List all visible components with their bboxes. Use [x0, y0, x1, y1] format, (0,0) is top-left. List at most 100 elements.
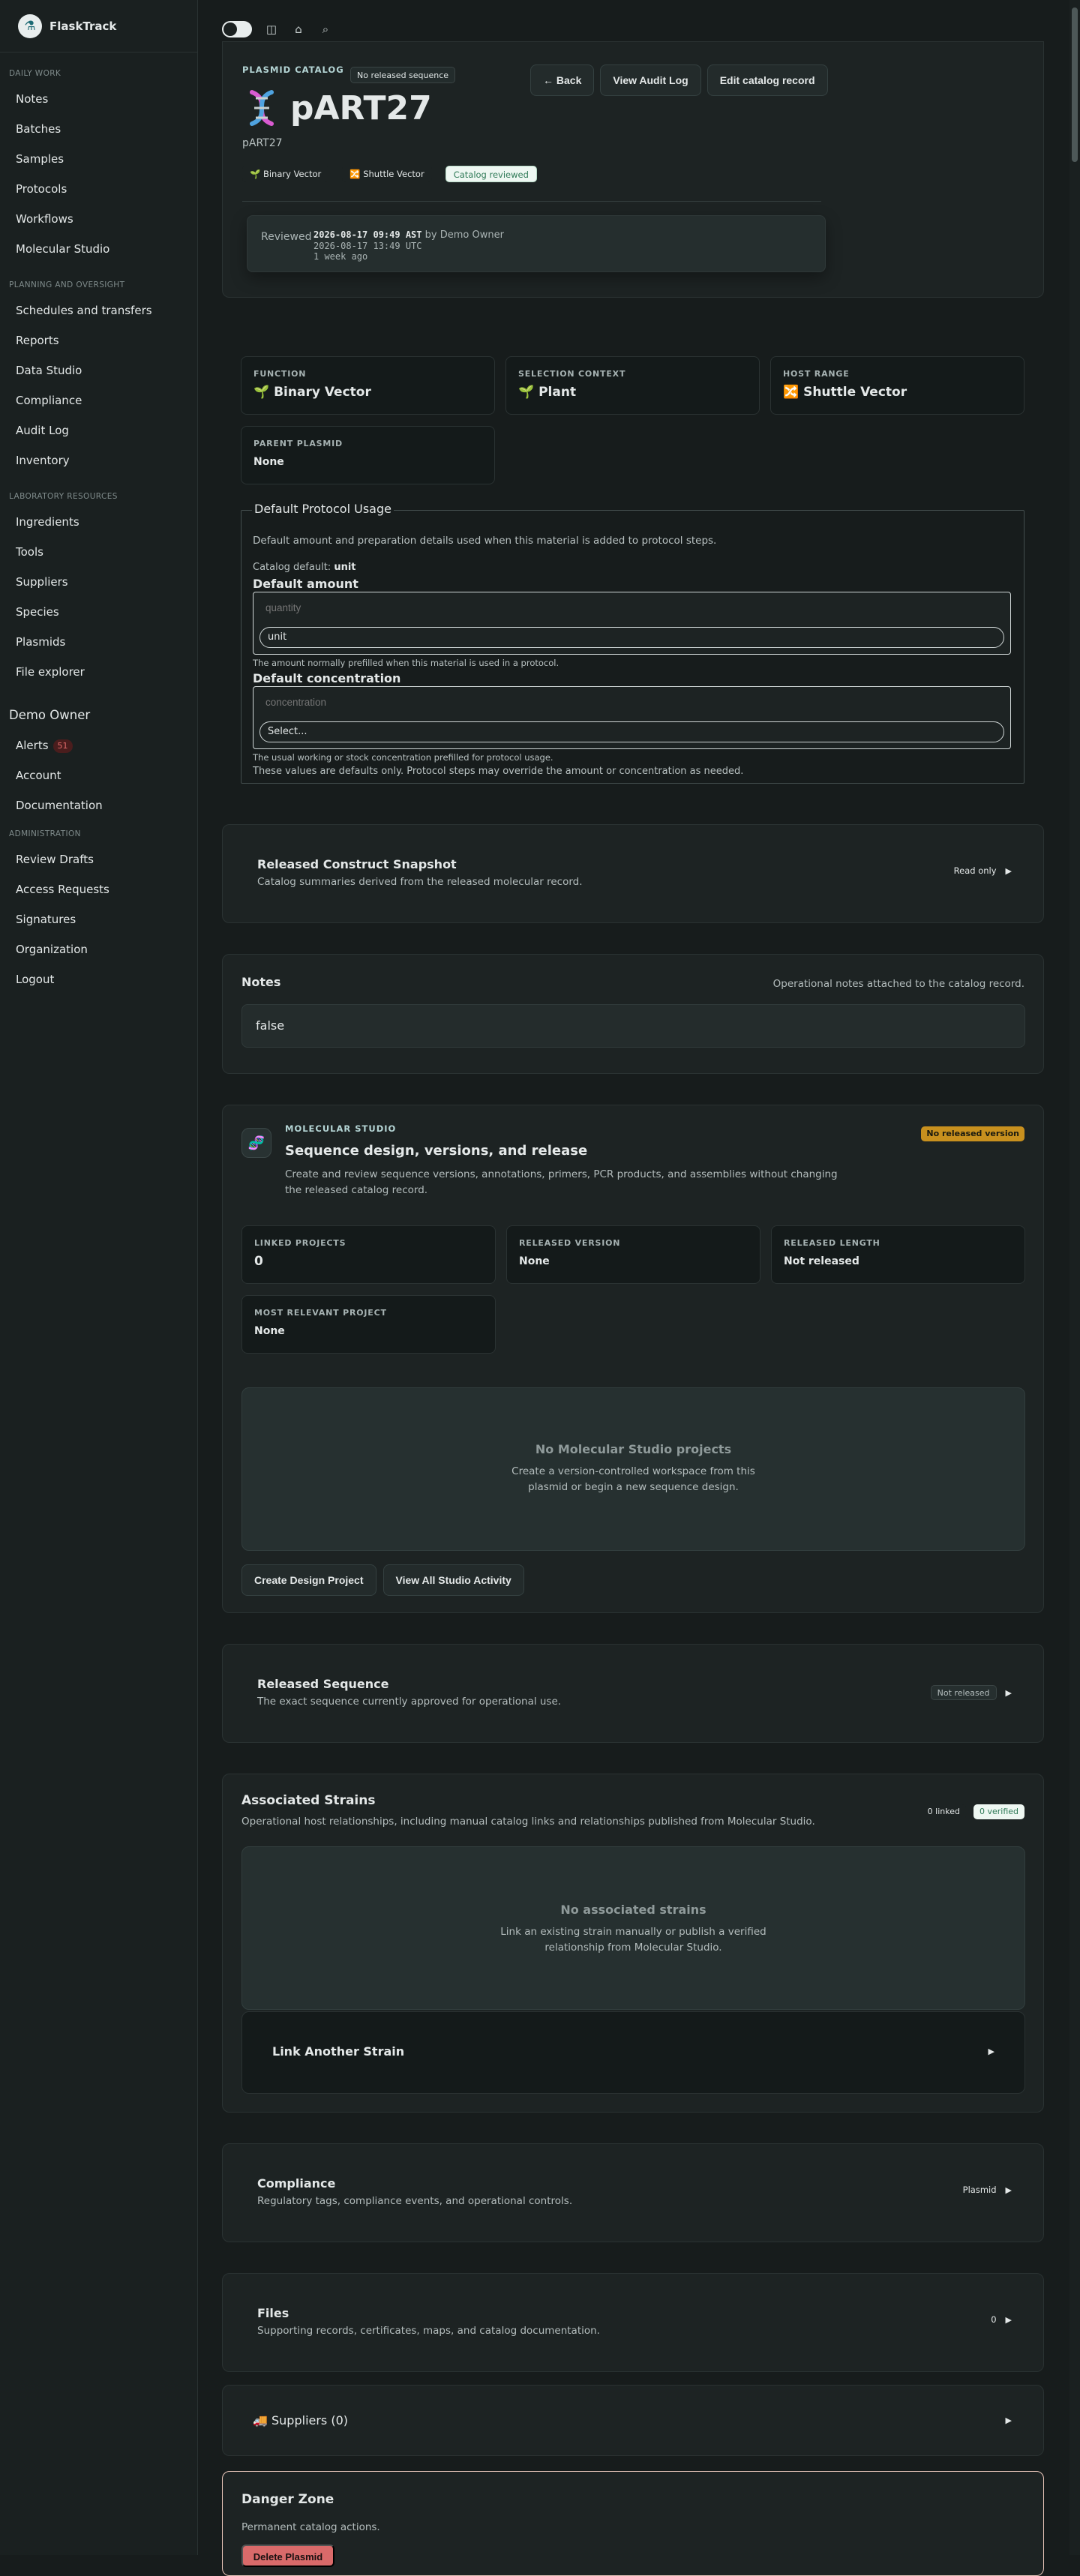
- catalog-eyebrow: Plasmid catalog: [242, 64, 344, 75]
- sidebar-item-data-studio[interactable]: Data Studio: [0, 355, 197, 385]
- released-sequence-title: Released Sequence: [257, 1677, 389, 1691]
- most-relevant-project-key: Most relevant project: [254, 1308, 387, 1318]
- danger-title: Danger Zone: [242, 2492, 334, 2507]
- snapshot-title: Released Construct Snapshot: [257, 857, 457, 871]
- host-range-value: 🔀 Shuttle Vector: [783, 385, 908, 400]
- expand-chevron-icon[interactable]: ▶: [1006, 2315, 1012, 2325]
- expand-chevron-icon[interactable]: ▶: [1006, 2185, 1012, 2195]
- link-another-strain[interactable]: Link Another Strain ▶: [242, 2011, 1025, 2094]
- sidebar-item-review-drafts[interactable]: Review Drafts: [0, 844, 197, 874]
- suppliers-section[interactable]: 🚚 Suppliers (0) ▶: [222, 2385, 1044, 2456]
- amount-unit-select[interactable]: unit: [260, 627, 1004, 648]
- studio-title: Sequence design, versions, and release: [285, 1143, 588, 1159]
- most-relevant-project-value: None: [254, 1325, 285, 1337]
- sidebar-item-documentation[interactable]: Documentation: [0, 790, 197, 820]
- amount-quantity-input[interactable]: [260, 597, 1004, 619]
- sidebar-item-notes[interactable]: Notes: [0, 84, 197, 114]
- expand-chevron-icon[interactable]: ▶: [1006, 866, 1012, 876]
- strains-title: Associated Strains: [242, 1793, 376, 1808]
- host-range-card: Host range 🔀 Shuttle Vector: [770, 356, 1024, 415]
- released-version-card: Released version None: [506, 1225, 760, 1284]
- scrollbar-thumb[interactable]: [1072, 7, 1078, 162]
- released-construct-snapshot[interactable]: Released Construct Snapshot Catalog summ…: [222, 824, 1044, 923]
- brand[interactable]: ⚗ FlaskTrack: [0, 0, 197, 52]
- sidebar-item-plasmids[interactable]: Plasmids: [0, 627, 197, 657]
- studio-eyebrow: Molecular Studio: [285, 1123, 397, 1134]
- view-audit-log-button[interactable]: View Audit Log: [600, 64, 701, 96]
- sidebar-item-account[interactable]: Account: [0, 760, 197, 790]
- parent-plasmid-card: Parent plasmid None: [241, 426, 495, 484]
- create-design-project-button[interactable]: Create Design Project: [242, 1564, 376, 1596]
- files-section[interactable]: Files Supporting records, certificates, …: [222, 2273, 1044, 2372]
- compliance-section[interactable]: Compliance Regulatory tags, compliance e…: [222, 2143, 1044, 2242]
- sidebar-item-logout[interactable]: Logout: [0, 964, 197, 994]
- sidebar-item-access-requests[interactable]: Access Requests: [0, 874, 197, 904]
- section-label-lab-resources: Laboratory resources: [9, 492, 118, 501]
- sidebar-item-compliance[interactable]: Compliance: [0, 385, 197, 415]
- notes-section: Notes Operational notes attached to the …: [222, 954, 1044, 1074]
- flask-logo-icon: ⚗: [18, 13, 42, 38]
- notes-value: false: [242, 1004, 1025, 1048]
- sidebar-item-molecular-studio[interactable]: Molecular Studio: [0, 234, 197, 264]
- home-icon[interactable]: ⌂: [291, 22, 306, 37]
- not-released-pill: Not released: [930, 1685, 997, 1700]
- concentration-unit-select[interactable]: Select...: [260, 721, 1004, 742]
- view-all-studio-activity-button[interactable]: View All Studio Activity: [382, 1564, 524, 1596]
- sidebar-item-organization[interactable]: Organization: [0, 934, 197, 964]
- sidebar-item-alerts[interactable]: Alerts 51: [0, 730, 197, 760]
- associated-strains-section: Associated Strains Operational host rela…: [222, 1774, 1044, 2113]
- sidebar-item-ingredients[interactable]: Ingredients: [0, 507, 197, 537]
- protocol-legend: Default Protocol Usage: [252, 502, 394, 516]
- danger-zone: Danger Zone Permanent catalog actions. D…: [222, 2471, 1044, 2576]
- no-released-version-badge: No released version: [921, 1126, 1024, 1141]
- sidebar: ⚗ FlaskTrack Daily work Notes Batches Sa…: [0, 0, 198, 2555]
- review-info: Reviewed 2026-08-17 09:49 AST by Demo Ow…: [247, 215, 826, 272]
- header-actions: ← Back View Audit Log Edit catalog recor…: [530, 64, 828, 96]
- dna-icon: [242, 88, 281, 127]
- plasmid-header-card: Plasmid catalog No released sequence ← B…: [222, 41, 1044, 298]
- review-lines: 2026-08-17 09:49 AST by Demo Owner 2026-…: [314, 229, 504, 262]
- edit-catalog-record-button[interactable]: Edit catalog record: [706, 64, 828, 96]
- sidebar-item-inventory[interactable]: Inventory: [0, 445, 197, 475]
- back-button[interactable]: ← Back: [530, 64, 595, 96]
- parent-plasmid-key: Parent plasmid: [254, 439, 343, 448]
- section-label-administration: Administration: [9, 829, 81, 838]
- search-icon[interactable]: ⌕: [318, 22, 333, 37]
- expand-chevron-icon[interactable]: ▶: [1006, 2416, 1012, 2425]
- function-key: Function: [254, 369, 307, 379]
- concentration-input[interactable]: [260, 691, 1004, 714]
- sidebar-item-schedules[interactable]: Schedules and transfers: [0, 295, 197, 325]
- linked-count-pill: 0 linked: [921, 1804, 966, 1819]
- scrollbar[interactable]: [1070, 0, 1080, 2555]
- linked-projects-key: Linked projects: [254, 1238, 346, 1248]
- sidebar-item-samples[interactable]: Samples: [0, 144, 197, 174]
- sidebar-item-species[interactable]: Species: [0, 597, 197, 627]
- sidebar-item-workflows[interactable]: Workflows: [0, 204, 197, 234]
- expand-chevron-icon[interactable]: ▶: [988, 2047, 994, 2056]
- sidebar-toggle-icon[interactable]: ◫: [264, 22, 279, 37]
- host-range-key: Host range: [783, 369, 850, 379]
- sidebar-item-audit-log[interactable]: Audit Log: [0, 415, 197, 445]
- sidebar-item-reports[interactable]: Reports: [0, 325, 197, 355]
- protocol-footnote: These values are defaults only. Protocol…: [253, 766, 744, 777]
- sidebar-item-tools[interactable]: Tools: [0, 537, 197, 567]
- page-subtitle: pART27: [242, 137, 283, 149]
- sidebar-item-batches[interactable]: Batches: [0, 114, 197, 144]
- expand-chevron-icon[interactable]: ▶: [1006, 1688, 1012, 1698]
- released-sequence-section[interactable]: Released Sequence The exact sequence cur…: [222, 1644, 1044, 1743]
- sidebar-item-suppliers[interactable]: Suppliers: [0, 567, 197, 597]
- sidebar-item-signatures[interactable]: Signatures: [0, 904, 197, 934]
- page-title: pART27: [290, 88, 432, 127]
- user-name: Demo Owner: [9, 708, 91, 722]
- files-description: Supporting records, certificates, maps, …: [257, 2325, 600, 2337]
- delete-plasmid-button[interactable]: Delete Plasmid: [242, 2545, 334, 2567]
- released-version-key: Released version: [519, 1238, 621, 1248]
- theme-toggle[interactable]: [222, 21, 252, 37]
- default-amount-box: unit: [253, 592, 1011, 655]
- snapshot-right: Read only ▶: [954, 865, 1012, 876]
- review-label: Reviewed: [261, 231, 312, 243]
- sidebar-item-protocols[interactable]: Protocols: [0, 174, 197, 204]
- sidebar-item-file-explorer[interactable]: File explorer: [0, 657, 197, 687]
- review-date: 2026-08-17 09:49 AST: [314, 229, 422, 240]
- files-count: 0: [991, 2314, 997, 2325]
